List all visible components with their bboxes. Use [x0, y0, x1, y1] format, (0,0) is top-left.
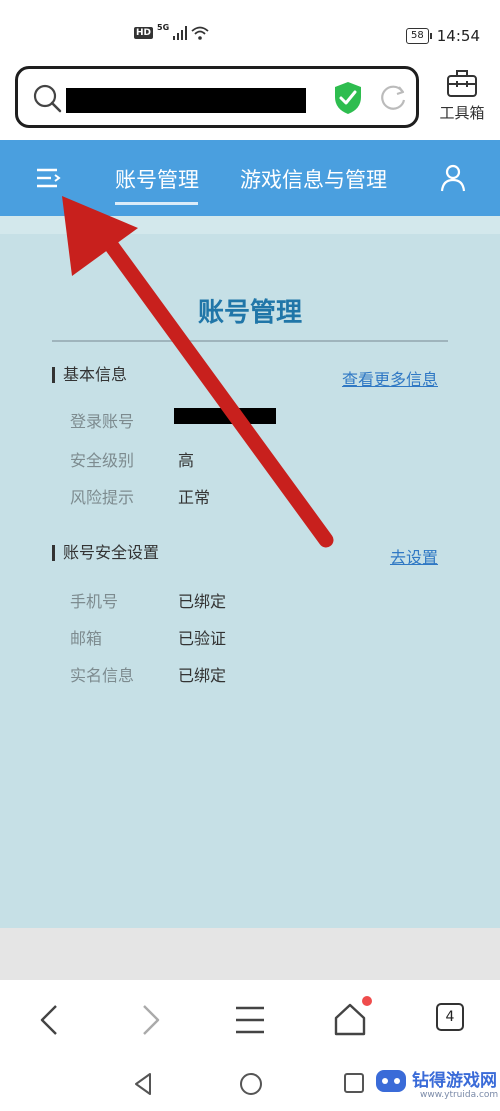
back-arrow-icon[interactable] — [30, 1000, 70, 1040]
hd-badge: HD — [134, 27, 154, 39]
menu-icon[interactable] — [34, 165, 62, 191]
search-icon[interactable] — [32, 83, 62, 113]
risk-warning-value: 正常 — [178, 488, 211, 507]
hamburger-menu-icon[interactable] — [230, 1000, 270, 1040]
battery-icon: 58 — [406, 28, 432, 44]
shield-check-icon[interactable] — [332, 80, 364, 116]
section-basic-info-title: 基本信息 — [52, 367, 127, 383]
watermark-name: 钻得游戏网 — [412, 1071, 497, 1091]
tab-count-button[interactable]: 4 — [436, 1003, 464, 1031]
browser-bottom-nav — [0, 980, 500, 1058]
site-nav-bar: 账号管理 游戏信息与管理 — [0, 140, 500, 216]
watermark-logo-icon — [376, 1070, 406, 1092]
tab-game-info[interactable]: 游戏信息与管理 — [240, 164, 387, 194]
forward-arrow-icon[interactable] — [130, 1000, 170, 1040]
phone-value: 已绑定 — [178, 592, 227, 611]
watermark-url: www.ytruida.com — [420, 1090, 499, 1100]
page-title: 账号管理 — [197, 298, 302, 328]
toolbox-icon — [447, 70, 477, 97]
signal-indicators: HD 5G — [134, 22, 209, 40]
system-recent-icon[interactable] — [342, 1071, 366, 1095]
toolbox-label: 工具箱 — [439, 104, 485, 122]
status-bar: HD 5G 58 14:54 — [0, 0, 500, 60]
tab-account-management[interactable]: 账号管理 — [115, 164, 199, 194]
notification-dot — [362, 996, 372, 1006]
status-right: 58 14:54 — [406, 27, 480, 45]
system-home-icon[interactable] — [237, 1070, 265, 1098]
user-icon[interactable] — [440, 164, 466, 192]
wifi-icon — [191, 26, 209, 40]
email-value: 已验证 — [178, 629, 227, 648]
clock: 14:54 — [436, 27, 480, 45]
page-footer-area — [0, 928, 500, 980]
real-name-value: 已绑定 — [178, 666, 227, 685]
risk-warning-label: 风险提示 — [70, 488, 135, 507]
view-more-info-link[interactable]: 查看更多信息 — [342, 366, 438, 390]
signal-icon — [173, 26, 188, 40]
go-settings-link[interactable]: 去设置 — [390, 544, 438, 568]
home-icon[interactable] — [330, 1000, 370, 1040]
security-level-label: 安全级别 — [70, 451, 135, 470]
real-name-label: 实名信息 — [70, 666, 135, 685]
title-divider — [52, 340, 448, 342]
phone-label: 手机号 — [70, 592, 119, 611]
security-level-value: 高 — [178, 451, 195, 470]
login-account-value — [174, 408, 276, 424]
section-security-settings-title: 账号安全设置 — [52, 545, 159, 561]
tab-active-indicator — [115, 202, 198, 205]
url-field[interactable] — [66, 88, 306, 113]
network-type: 5G — [157, 22, 170, 32]
site-watermark: 钻得游戏网 www.ytruida.com — [370, 1058, 500, 1111]
reload-icon[interactable] — [378, 83, 408, 113]
system-back-icon[interactable] — [130, 1070, 158, 1098]
address-bar[interactable] — [15, 66, 419, 128]
toolbox-button[interactable]: 工具箱 — [432, 68, 492, 130]
content-top-strip — [0, 216, 500, 234]
email-label: 邮箱 — [70, 629, 103, 648]
login-account-label: 登录账号 — [70, 412, 135, 431]
